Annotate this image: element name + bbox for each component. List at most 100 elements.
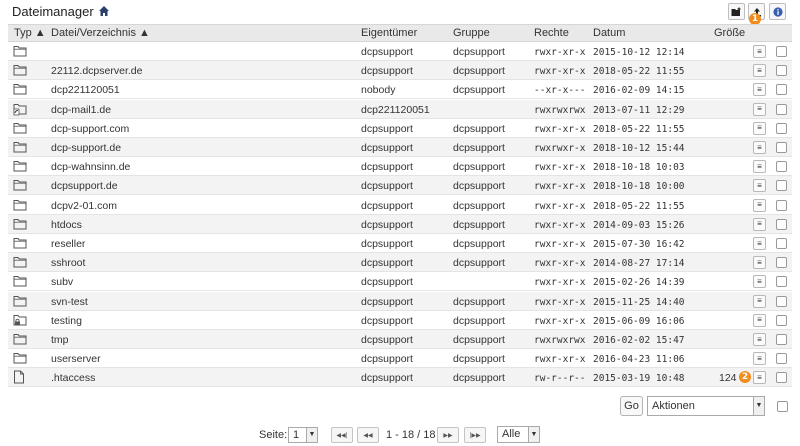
file-name[interactable]: dcp-mail1.de (51, 104, 111, 116)
file-name[interactable]: dcpv2-01.com (51, 200, 117, 212)
column-header-permissions[interactable]: Rechte (534, 27, 569, 39)
info-button[interactable] (769, 3, 786, 20)
table-row[interactable]: .htaccess dcpsupport dcpsupport rw-r--r-- 20… (8, 368, 792, 388)
row-menu-button[interactable]: ≡ (753, 160, 766, 174)
row-menu-button[interactable]: ≡ (753, 237, 766, 250)
row-menu-button[interactable]: ≡ (753, 121, 766, 135)
file-name[interactable]: .htaccess (51, 372, 95, 384)
column-header-group[interactable]: Gruppe (453, 27, 490, 39)
row-menu-button[interactable]: ≡ (753, 371, 766, 385)
new-folder-button[interactable] (728, 3, 745, 20)
file-name[interactable]: reseller (51, 238, 85, 250)
row-checkbox[interactable] (776, 65, 787, 77)
table-row[interactable]: dcpv2-01.com dcpsupport dcpsupport rwxr-xr-… (8, 196, 792, 215)
row-menu-button[interactable]: ≡ (753, 45, 766, 58)
table-row[interactable]: dcp-support.com dcpsupport dcpsupport rwxr-… (8, 119, 792, 138)
file-name[interactable]: svn-test (51, 296, 88, 308)
group: dcpsupport (453, 46, 505, 58)
table-row[interactable]: dcp221120051 nobody dcpsupport --xr-x--- 201… (8, 80, 792, 100)
row-menu-button[interactable]: ≡ (753, 333, 766, 346)
table-row[interactable]: testing dcpsupport dcpsupport rwxr-xr-x 2015… (8, 311, 792, 330)
group: dcpsupport (453, 372, 505, 385)
row-checkbox[interactable] (776, 238, 787, 249)
row-menu-button[interactable]: ≡ (753, 83, 766, 97)
column-header-date[interactable]: Datum (593, 27, 625, 39)
per-page-select[interactable]: Alle ▼ (497, 426, 540, 443)
row-checkbox[interactable] (776, 314, 787, 326)
table-row[interactable]: htdocs dcpsupport dcpsupport rwxr-xr-x 2014-… (8, 214, 792, 234)
next-page-button[interactable]: ▶▶ (437, 427, 459, 443)
row-menu-button[interactable]: ≡ (753, 102, 766, 116)
last-page-button[interactable]: |▶▶ (464, 427, 486, 443)
row-menu-button[interactable]: ≡ (753, 179, 766, 193)
row-checkbox[interactable] (776, 218, 787, 230)
select-all-checkbox[interactable] (777, 401, 788, 412)
go-button[interactable]: Go (620, 396, 643, 416)
group: dcpsupport (453, 142, 505, 154)
file-name[interactable]: dcp221120051 (51, 84, 120, 96)
row-menu-button[interactable]: ≡ (753, 275, 766, 289)
actions-select[interactable]: Aktionen ▼ (647, 396, 765, 416)
column-header-name[interactable]: Datei/Verzeichnis ▲ (51, 27, 150, 39)
file-name[interactable]: 22112.dcpserver.de (51, 65, 142, 77)
table-row[interactable]: 22112.dcpserver.de dcpsupport dcpsupport rw… (8, 61, 792, 81)
file-name[interactable]: userserver (51, 353, 101, 365)
row-checkbox[interactable] (776, 199, 787, 211)
table-row[interactable]: subv dcpsupport rwxr-xr-x 2015-02-26 14:39 ≡ (8, 272, 792, 292)
table-row[interactable]: reseller dcpsupport dcpsupport rwxr-xr-x 201… (8, 234, 792, 253)
row-checkbox[interactable] (776, 161, 787, 173)
row-menu-button[interactable]: ≡ (753, 141, 766, 154)
row-checkbox[interactable] (776, 103, 787, 115)
row-menu-button[interactable]: ≡ (753, 64, 766, 78)
file-name[interactable]: sshroot (51, 257, 85, 269)
row-checkbox[interactable] (776, 295, 787, 307)
folder-icon (13, 294, 27, 308)
permissions: rwxrwxr-x (534, 143, 586, 154)
row-checkbox[interactable] (776, 334, 787, 345)
row-menu-button[interactable]: ≡ (753, 198, 766, 212)
row-checkbox[interactable] (776, 180, 787, 192)
file-name[interactable]: dcpsupport.de (51, 180, 118, 192)
row-checkbox[interactable] (776, 372, 787, 384)
row-checkbox[interactable] (776, 142, 787, 153)
menu-icon: ≡ (757, 257, 762, 267)
table-row[interactable]: userserver dcpsupport dcpsupport rwxr-xr-x 2… (8, 349, 792, 369)
home-icon[interactable] (98, 5, 110, 17)
table-row[interactable]: tmp dcpsupport dcpsupport rwxrwxrwx 2016-02-… (8, 330, 792, 349)
owner: dcpsupport (361, 122, 413, 135)
row-checkbox[interactable] (776, 46, 787, 57)
table-row[interactable]: dcp-wahnsinn.de dcpsupport dcpsupport rwxr-… (8, 157, 792, 177)
column-header-size[interactable]: Größe (714, 27, 745, 39)
table-row[interactable]: dcp-support.de dcpsupport dcpsupport rwxrwx… (8, 138, 792, 157)
column-header-owner[interactable]: Eigentümer (361, 27, 417, 39)
table-row[interactable]: dcp-mail1.de dcp221120051 rwxrwxrwx 2013-07… (8, 99, 792, 119)
file-name[interactable]: tmp (51, 334, 69, 346)
file-name[interactable]: htdocs (51, 219, 82, 231)
prev-page-button[interactable]: ◀◀ (357, 427, 379, 443)
row-checkbox[interactable] (776, 276, 787, 288)
table-row[interactable]: svn-test dcpsupport dcpsupport rwxr-xr-x 201… (8, 291, 792, 311)
table-row[interactable]: sshroot dcpsupport dcpsupport rwxr-xr-x 2014… (8, 253, 792, 273)
row-menu-button[interactable]: ≡ (753, 294, 766, 308)
row-menu-button[interactable]: ≡ (753, 352, 766, 366)
row-checkbox[interactable] (776, 353, 787, 365)
file-name[interactable]: dcp-support.de (51, 142, 121, 154)
table-row[interactable]: dcpsupport.de dcpsupport dcpsupport rwxr-xr… (8, 176, 792, 196)
column-header-type[interactable]: Typ ▲ (14, 27, 46, 39)
file-name[interactable]: dcp-support.com (51, 123, 129, 135)
row-menu-button[interactable]: ≡ (753, 256, 766, 270)
row-menu-button[interactable]: ≡ (753, 313, 766, 327)
file-name[interactable]: dcp-wahnsinn.de (51, 161, 130, 173)
page-select[interactable]: 1 ▼ (288, 427, 318, 443)
row-menu-button[interactable]: ≡ (753, 217, 766, 231)
row-checkbox[interactable] (776, 122, 787, 134)
first-page-button[interactable]: ◀◀| (331, 427, 353, 443)
table-row[interactable]: dcpsupport dcpsupport rwxr-xr-x 2015-10-12 … (8, 42, 792, 61)
row-checkbox[interactable] (776, 84, 787, 96)
permissions: --xr-x--- (534, 85, 586, 97)
owner: dcpsupport (361, 257, 413, 270)
file-name[interactable]: testing (51, 315, 82, 327)
file-name[interactable]: subv (51, 276, 73, 288)
row-checkbox[interactable] (776, 257, 787, 269)
group: dcpsupport (453, 334, 505, 346)
